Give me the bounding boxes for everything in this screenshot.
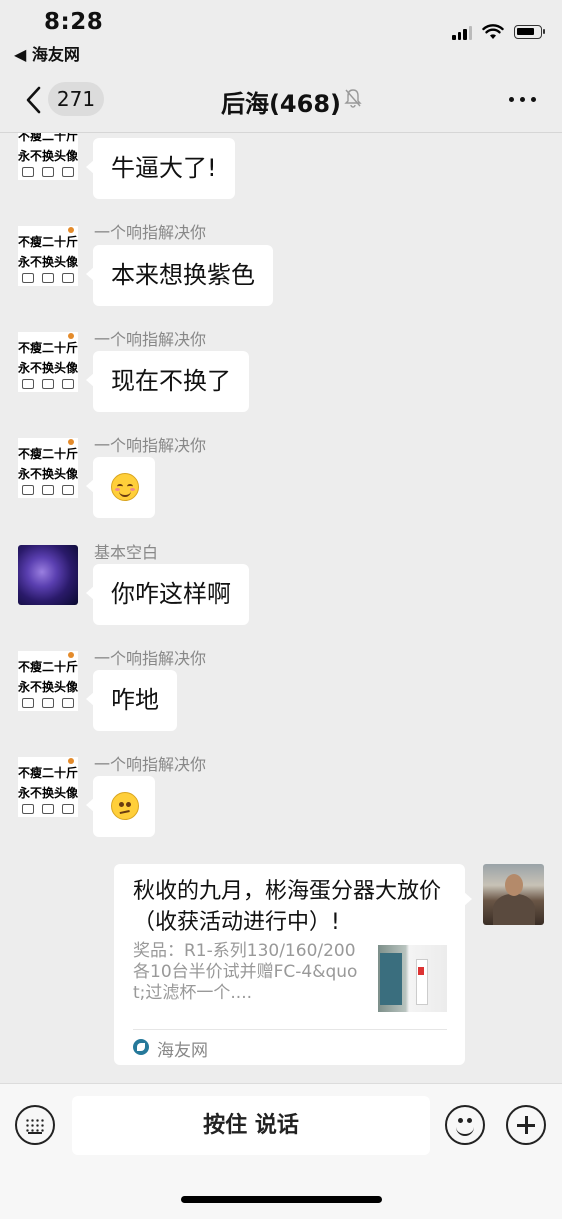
wifi-icon — [482, 24, 504, 39]
mute-notifications-icon — [344, 89, 362, 108]
status-icons — [452, 24, 545, 40]
sender-name: 基本空白 — [94, 543, 159, 562]
sender-avatar[interactable]: 不瘦二十斤 永不换头像 — [18, 332, 78, 392]
link-card-source: 海友网 — [157, 1041, 208, 1061]
sender-avatar[interactable]: 不瘦二十斤 永不换头像 — [18, 757, 78, 817]
sender-name: 一个响指解决你 — [94, 649, 207, 668]
confused-face-emoji-icon — [111, 792, 139, 820]
message-bubble[interactable]: 现在不换了 — [86, 351, 249, 412]
source-app-icon — [133, 1039, 149, 1055]
link-card-title: 秋收的九月，彬海蛋分器大放价（收获活动进行中）! — [133, 879, 442, 935]
my-avatar[interactable] — [483, 864, 544, 925]
cellular-signal-icon — [452, 24, 472, 40]
message-bubble[interactable] — [86, 457, 155, 518]
chat-title: 后海(468) — [220, 90, 342, 118]
sender-avatar[interactable] — [18, 545, 78, 605]
link-card-thumbnail — [378, 945, 447, 1012]
battery-icon — [514, 25, 545, 39]
sender-name: 一个响指解决你 — [94, 755, 207, 774]
back-to-app-link[interactable]: ◀ 海友网 — [14, 41, 80, 65]
home-indicator[interactable] — [181, 1196, 382, 1203]
chat-message-list[interactable]: 不瘦二十斤 永不换头像 牛逼大了! 不瘦二十斤 永不换头像 一个响指解决你 本来… — [0, 133, 562, 1083]
shared-link-card[interactable]: 秋收的九月，彬海蛋分器大放价（收获活动进行中）! 奖品：R1-系列130/160… — [114, 864, 472, 1065]
sender-name: 一个响指解决你 — [94, 436, 207, 455]
more-actions-plus-button[interactable] — [506, 1105, 546, 1145]
sender-name: 一个响指解决你 — [94, 223, 207, 242]
status-time: 8:28 — [44, 9, 104, 35]
link-card-description: 奖品：R1-系列130/160/200各10台半价试并赠FC-4&quot;过滤… — [133, 941, 358, 1003]
keyboard-toggle-button[interactable] — [15, 1105, 55, 1145]
chat-header: 271 后海(468) — [0, 70, 562, 133]
sender-name: 一个响指解决你 — [94, 330, 207, 349]
message-bubble[interactable]: 咋地 — [86, 670, 177, 731]
sender-avatar[interactable]: 不瘦二十斤 永不换头像 — [18, 226, 78, 286]
status-bar: 8:28 ◀ 海友网 — [0, 0, 562, 70]
hold-to-talk-button[interactable]: 按住 说话 — [72, 1096, 430, 1155]
divider — [133, 1029, 447, 1030]
message-bubble[interactable]: 你咋这样啊 — [86, 564, 249, 625]
sender-avatar[interactable]: 不瘦二十斤 永不换头像 — [18, 651, 78, 711]
sender-avatar[interactable]: 不瘦二十斤 永不换头像 — [18, 133, 78, 180]
message-bubble[interactable]: 本来想换紫色 — [86, 245, 273, 306]
message-bubble[interactable]: 牛逼大了! — [86, 138, 235, 199]
emoji-picker-button[interactable] — [445, 1105, 485, 1145]
smiling-face-emoji-icon — [111, 473, 139, 501]
keyboard-icon — [25, 1118, 45, 1132]
more-options-icon[interactable] — [509, 97, 536, 102]
message-bubble[interactable] — [86, 776, 155, 837]
sender-avatar[interactable]: 不瘦二十斤 永不换头像 — [18, 438, 78, 498]
